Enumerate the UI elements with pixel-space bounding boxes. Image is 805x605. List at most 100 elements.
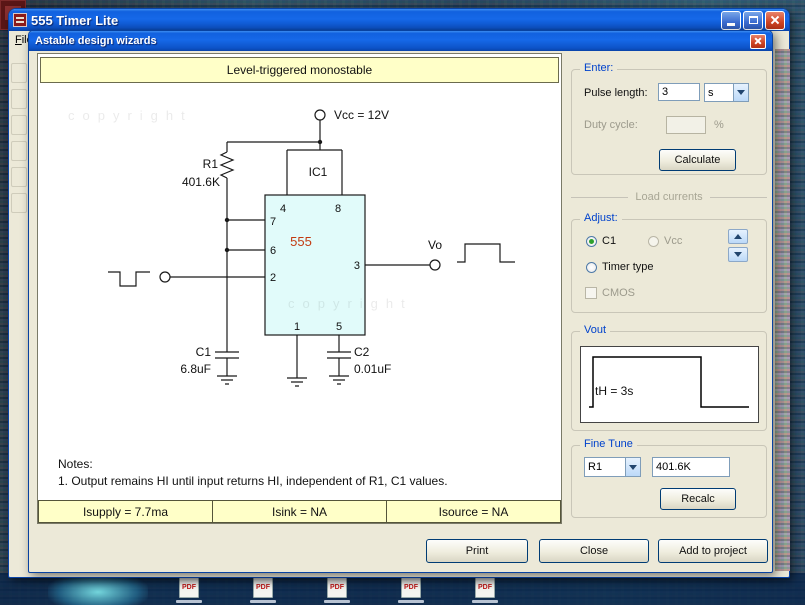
left-toolbar xyxy=(10,49,29,571)
unit-combo[interactable]: s xyxy=(704,83,749,102)
capacitor-c2-symbol xyxy=(327,351,351,376)
add-to-project-button[interactable]: Add to project xyxy=(658,539,768,563)
r1-name-label: R1 xyxy=(203,157,219,171)
desktop-pdf-icon[interactable]: PDF xyxy=(468,576,502,603)
th-annotation: tH = 3s xyxy=(595,384,633,398)
app-title: 555 Timer Lite xyxy=(31,12,119,28)
notes-block: Notes: 1. Output remains HI until input … xyxy=(58,456,448,490)
pin-2-label: 2 xyxy=(270,272,276,284)
close-icon xyxy=(754,37,762,45)
spin-down-button[interactable] xyxy=(728,247,748,262)
pdf-file-label xyxy=(250,600,276,603)
ground-symbol xyxy=(329,375,349,385)
fine-tune-value-input[interactable] xyxy=(652,457,730,477)
pin-6-label: 6 xyxy=(270,245,276,257)
pin-4-label: 4 xyxy=(280,203,286,215)
desktop-pdf-icon[interactable]: PDF xyxy=(320,576,354,603)
schematic-panel: Level-triggered monostable copyright cop… xyxy=(37,53,562,524)
watermark-text: copyright xyxy=(68,108,193,123)
load-currents-section: Load currents xyxy=(571,190,767,204)
load-currents-label: Load currents xyxy=(628,191,710,203)
pin-1-label: 1 xyxy=(294,321,300,333)
pin-5-label: 5 xyxy=(336,321,342,333)
client-area-texture xyxy=(775,49,790,571)
schematic-drawing: copyright copyright Vcc = 12V IC1 555 4 … xyxy=(68,108,515,387)
vcc-terminal xyxy=(314,109,326,121)
desktop: PDF PDF PDF PDF PDF 555 Timer Lite File xyxy=(0,0,805,605)
adjust-group: Adjust: C1 Vcc Timer type CMOS xyxy=(571,212,767,313)
vcc-label: Vcc = 12V xyxy=(334,108,389,122)
print-button[interactable]: Print xyxy=(426,539,528,563)
unit-combo-dropdown-button[interactable] xyxy=(733,84,748,101)
pdf-icon-text: PDF xyxy=(478,583,492,591)
pdf-file-icon: PDF xyxy=(475,576,495,598)
pdf-file-icon: PDF xyxy=(179,576,199,598)
c2-value-label: 0.01uF xyxy=(354,362,391,376)
desktop-pdf-icon[interactable]: PDF xyxy=(172,576,206,603)
c1-name-label: C1 xyxy=(196,345,212,359)
chevron-down-icon xyxy=(629,464,637,470)
vout-waveform: tH = 3s xyxy=(589,356,749,408)
radio-timer-type-circle[interactable] xyxy=(586,261,597,273)
minimize-button[interactable] xyxy=(721,10,741,30)
toolbar-button[interactable] xyxy=(11,115,27,135)
dialog-titlebar[interactable]: Astable design wizards xyxy=(29,31,772,51)
pulse-length-input[interactable] xyxy=(658,83,700,101)
spin-up-button[interactable] xyxy=(728,229,748,244)
junction-dot xyxy=(224,247,230,253)
radio-vcc-circle xyxy=(648,235,659,247)
output-pulse-symbol xyxy=(457,243,515,263)
pulse-length-label: Pulse length: xyxy=(584,87,648,99)
adjust-group-title: Adjust: xyxy=(580,212,622,224)
close-button[interactable]: Close xyxy=(539,539,649,563)
c2-name-label: C2 xyxy=(354,345,370,359)
watermark-text: copyright xyxy=(288,296,413,311)
toolbar-button[interactable] xyxy=(11,167,27,187)
chip-label-555: 555 xyxy=(290,234,312,249)
toolbar-button[interactable] xyxy=(11,89,27,109)
enter-group-title: Enter: xyxy=(580,62,618,74)
maximize-icon xyxy=(748,16,758,24)
calculate-button[interactable]: Calculate xyxy=(659,149,736,171)
desktop-pdf-icon[interactable]: PDF xyxy=(246,576,280,603)
radio-timer-type-label: Timer type xyxy=(602,261,654,273)
pin-8-label: 8 xyxy=(335,203,341,215)
timer-chip-555 xyxy=(264,194,366,336)
pdf-file-icon: PDF xyxy=(327,576,347,598)
pdf-file-icon: PDF xyxy=(401,576,421,598)
pin-3-label: 3 xyxy=(354,260,360,272)
maximize-button[interactable] xyxy=(743,10,763,30)
dialog-close-button[interactable] xyxy=(750,33,766,49)
minimize-icon xyxy=(727,22,735,26)
percent-label: % xyxy=(714,119,724,131)
pdf-file-label xyxy=(176,600,202,603)
toolbar-button[interactable] xyxy=(11,193,27,213)
close-window-button[interactable] xyxy=(765,10,785,30)
desktop-pdf-icon[interactable]: PDF xyxy=(394,576,428,603)
c1-value-label: 6.8uF xyxy=(180,362,211,376)
chevron-down-icon xyxy=(737,90,745,95)
app-titlebar[interactable]: 555 Timer Lite xyxy=(9,9,789,31)
radio-c1[interactable]: C1 xyxy=(586,235,616,247)
dialog-title: Astable design wizards xyxy=(35,35,157,47)
status-cell-isupply: Isupply = 7.7ma xyxy=(38,500,213,523)
recalc-button[interactable]: Recalc xyxy=(660,488,736,510)
fine-tune-group-title: Fine Tune xyxy=(580,438,637,450)
toolbar-button[interactable] xyxy=(11,141,27,161)
ground-symbol xyxy=(217,375,237,385)
pdf-icon-text: PDF xyxy=(256,583,270,591)
ground-symbol xyxy=(287,377,307,387)
vout-group: Vout tH = 3s xyxy=(571,324,767,431)
radio-vcc-label: Vcc xyxy=(664,235,683,247)
pdf-icon-text: PDF xyxy=(404,583,418,591)
component-combo[interactable]: R1 xyxy=(584,457,641,477)
toolbar-button[interactable] xyxy=(11,63,27,83)
app-icon xyxy=(13,13,27,27)
component-combo-dropdown-button[interactable] xyxy=(625,458,640,476)
component-combo-value: R1 xyxy=(588,461,603,473)
vout-group-title: Vout xyxy=(580,324,611,336)
notes-title: Notes: xyxy=(58,457,93,471)
radio-timer-type[interactable]: Timer type xyxy=(586,261,654,273)
output-terminal xyxy=(429,259,441,271)
radio-c1-circle[interactable] xyxy=(586,235,597,247)
